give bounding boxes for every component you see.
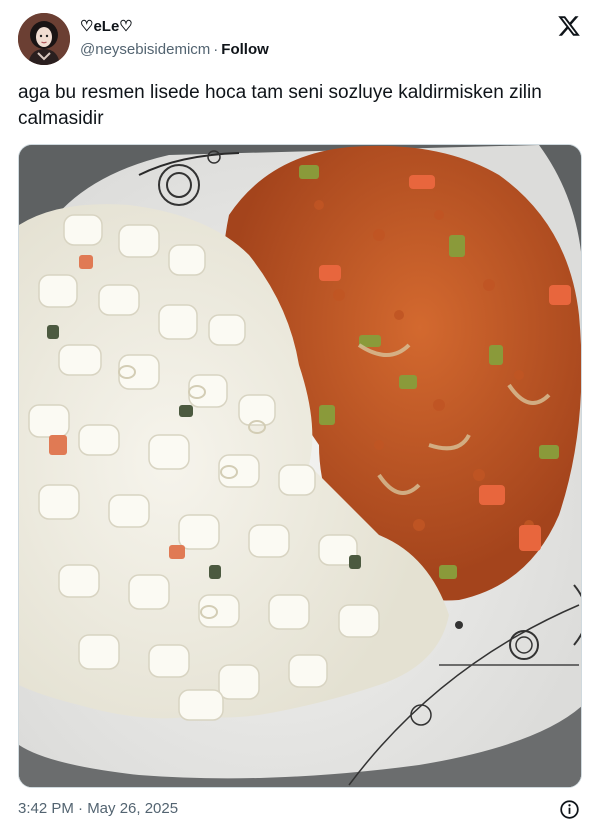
- x-logo-icon[interactable]: [557, 14, 581, 38]
- author-line: @neysebisidemicm · Follow: [80, 41, 269, 58]
- tweet-photo[interactable]: [18, 144, 582, 788]
- author-display-name[interactable]: ♡eLe♡: [80, 17, 133, 35]
- avatar-image: [18, 13, 70, 65]
- tweet-card: ♡eLe♡ @neysebisidemicm · Follow aga bu res…: [0, 0, 600, 840]
- avatar[interactable]: [18, 13, 70, 65]
- tweet-text: aga bu resmen lisede hoca tam seni sozlu…: [18, 82, 542, 129]
- separator-dot: ·: [213, 41, 219, 58]
- tweet-timestamp[interactable]: 3:42 PM · May 26, 2025: [18, 800, 178, 817]
- follow-button[interactable]: Follow: [221, 41, 269, 58]
- food-plate-image: [19, 145, 581, 787]
- author-handle[interactable]: @neysebisidemicm: [80, 41, 210, 58]
- info-icon[interactable]: [559, 799, 580, 820]
